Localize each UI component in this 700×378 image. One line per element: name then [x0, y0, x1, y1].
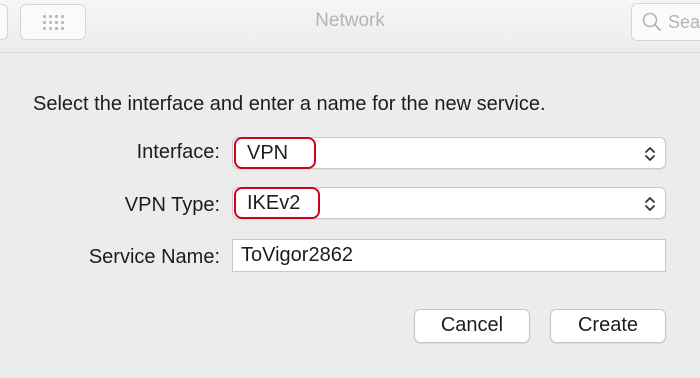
cancel-button[interactable]: Cancel — [414, 309, 530, 343]
window-toolbar: Network Sea — [0, 0, 700, 53]
create-button[interactable]: Create — [550, 309, 666, 343]
service-name-label: Service Name: — [88, 246, 220, 268]
search-icon — [642, 12, 661, 31]
chevron-up-down-icon — [645, 147, 655, 161]
new-service-sheet: Select the interface and enter a name fo… — [0, 53, 700, 378]
vpn-type-label: VPN Type: — [124, 194, 220, 216]
window-title: Network — [315, 10, 385, 31]
interface-label: Interface: — [136, 141, 220, 163]
service-name-input[interactable] — [232, 239, 666, 272]
vpn-type-highlight-annotation — [234, 187, 320, 219]
search-placeholder: Sea — [668, 12, 700, 32]
chevron-up-down-icon — [645, 197, 655, 211]
search-field[interactable]: Sea — [631, 3, 700, 41]
interface-highlight-annotation — [234, 137, 316, 169]
sheet-instruction: Select the interface and enter a name fo… — [33, 93, 546, 115]
